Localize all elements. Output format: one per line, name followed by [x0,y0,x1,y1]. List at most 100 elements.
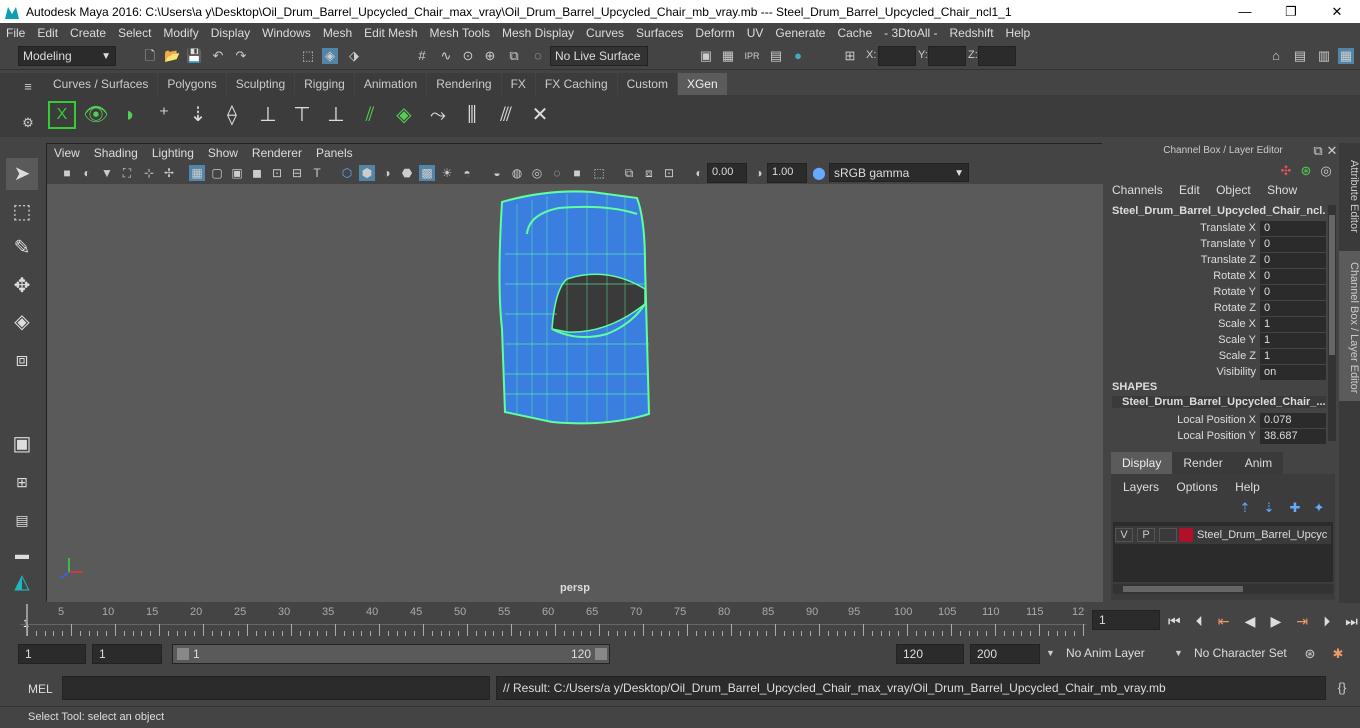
menu-select[interactable]: Select [112,26,157,40]
wireframe-on-shaded-icon[interactable]: ◑ [379,165,395,181]
select-object-icon[interactable]: ◈ [322,48,338,64]
menu-create[interactable]: Create [64,26,112,40]
select-tool-toggle-icon[interactable]: ⬚ [591,165,607,181]
shadows-icon[interactable]: ☀ [439,165,455,181]
make-live-icon[interactable]: ◌ [530,48,546,64]
channel-box-scrollbar[interactable] [1328,205,1336,441]
attr-translate-y[interactable]: Translate Y0 [1112,236,1326,252]
attr-local-position-y[interactable]: Local Position Y 38.687 [1112,428,1326,444]
menu-redshift[interactable]: Redshift [944,26,1000,40]
xgen-grass-icon[interactable]: ⫽ [356,101,384,129]
scale-tool-icon[interactable]: ⧈ [6,344,38,376]
safe-action-icon[interactable]: ⊡ [269,165,285,181]
attr-rotate-x[interactable]: Rotate X0 [1112,268,1326,284]
single-view-layout-icon[interactable]: ▣ [6,428,38,460]
attr-translate-x[interactable]: Translate X0 [1112,220,1326,236]
axis-manipulator-icon[interactable]: ✣ [1278,163,1294,179]
current-frame-input[interactable]: 1 [1092,610,1160,630]
select-hierarchy-icon[interactable]: ⬚ [300,48,316,64]
step-forward-frame-icon[interactable]: ⏵ [1323,613,1330,630]
modeling-toolkit-icon[interactable]: ⌂ [1268,48,1284,64]
move-layer-up-icon[interactable]: ⇡ [1237,500,1253,516]
tool-settings-toggle-icon[interactable]: ▥ [1316,48,1332,64]
cb-menu-show[interactable]: Show [1267,183,1297,197]
menu-curves[interactable]: Curves [580,26,630,40]
xgen-editor-icon[interactable]: X [48,101,76,129]
open-scene-icon[interactable]: 📂 [164,48,180,64]
go-to-start-icon[interactable]: ⏮ [1168,613,1181,630]
object-name[interactable]: Steel_Drum_Barrel_Upcycled_Chair_ncl... [1112,205,1326,217]
scrollbar-thumb[interactable] [1123,586,1243,592]
camera-attributes-icon[interactable]: ◐ [79,165,95,181]
layer-row[interactable]: V P Steel_Drum_Barrel_Upcyc [1115,526,1331,544]
menu-mesh[interactable]: Mesh [317,26,358,40]
shelf-tab-fx-caching[interactable]: FX Caching [535,73,617,95]
close-button[interactable]: ✕ [1314,4,1360,20]
minimize-button[interactable]: — [1222,4,1268,19]
range-start-handle[interactable] [177,648,189,660]
maximize-button[interactable]: ❐ [1268,4,1314,20]
gamma-icon[interactable]: ◑ [751,165,767,181]
viewport-menu-shading[interactable]: Shading [87,144,145,162]
viewport-menu-view[interactable]: View [47,144,87,162]
smooth-shade-icon[interactable]: ⬢ [359,165,375,181]
animation-preferences-icon[interactable]: ✱ [1330,646,1346,662]
shelf-tab-xgen[interactable]: XGen [677,73,727,95]
menu-display[interactable]: Display [205,26,256,40]
layer-visibility-toggle[interactable]: V [1115,528,1133,542]
command-input[interactable] [62,676,490,700]
menu-edit[interactable]: Edit [31,26,64,40]
bookmark-icon[interactable]: ▼ [99,165,115,181]
layer-color-swatch[interactable] [1179,528,1193,542]
menu-help[interactable]: Help [1000,26,1037,40]
hud-icon[interactable]: ■ [569,165,585,181]
layer-tab-anim[interactable]: Anim [1233,452,1284,474]
lasso-tool-icon[interactable]: ⬚ [6,196,38,228]
depth-of-field-icon[interactable]: ◎ [529,165,545,181]
multisample-icon[interactable]: ◍ [509,165,525,181]
step-back-key-icon[interactable]: ⇤ [1218,613,1230,630]
chevron-down-icon[interactable]: ▼ [1174,648,1183,658]
xgen-sculpt-guide-icon[interactable]: ⟠ [218,101,246,129]
grid-toggle-icon[interactable]: ⊹ [141,165,157,181]
gate-mask-icon[interactable]: ▣ [229,165,245,181]
new-layer-selected-icon[interactable]: ✦ [1311,500,1327,516]
redo-icon[interactable]: ↷ [233,48,249,64]
end-time-input[interactable]: 200 [970,644,1040,664]
range-slider[interactable]: 1 120 [172,644,610,664]
attribute-editor-toggle-icon[interactable]: ▤ [1292,48,1308,64]
attr-scale-y[interactable]: Scale Y1 [1112,332,1326,348]
channel-box-toggle-icon[interactable]: ▦ [1338,48,1354,64]
shelf-tab-rendering[interactable]: Rendering [427,73,501,95]
viewport-menu-panels[interactable]: Panels [309,144,360,162]
script-editor-icon[interactable]: {} [1334,680,1350,696]
x-coordinate-input[interactable] [878,46,916,66]
image-plane-icon[interactable]: ⛶ [119,165,135,181]
attr-scale-z[interactable]: Scale Z1 [1112,348,1326,364]
range-end-handle[interactable] [595,648,607,660]
channel-box-tab[interactable]: Channel Box / Layer Editor [1339,251,1360,401]
menu-generate[interactable]: Generate [769,26,831,40]
use-all-lights-icon[interactable]: ▩ [419,165,435,181]
attr-visibility[interactable]: Visibility on [1112,364,1326,380]
attr-translate-z[interactable]: Translate Z0 [1112,252,1326,268]
outliner-layout-icon[interactable]: ▤ [6,504,38,536]
character-set-dropdown[interactable]: No Character Set [1190,644,1296,664]
snap-point-icon[interactable]: ⊙ [460,48,476,64]
menu-surfaces[interactable]: Surfaces [630,26,689,40]
screen-space-ao-icon[interactable]: ◓ [459,165,475,181]
xgen-add-guide-icon[interactable]: ⁺ [150,101,178,129]
resolution-gate-icon[interactable]: ▢ [209,165,225,181]
z-coordinate-input[interactable] [978,46,1016,66]
xgen-mesh-icon[interactable]: ◈ [390,101,418,129]
menu-modify[interactable]: Modify [157,26,204,40]
move-tool-icon[interactable]: ✥ [6,270,38,302]
select-tool-icon[interactable]: ➤ [6,158,38,190]
live-surface-field[interactable]: No Live Surface [550,46,648,66]
anim-layer-dropdown[interactable]: No Anim Layer [1062,644,1164,664]
step-forward-key-icon[interactable]: ⇥ [1296,613,1308,630]
motion-blur-icon[interactable]: ◒ [489,165,505,181]
shelf-tab-rigging[interactable]: Rigging [295,73,354,95]
save-scene-icon[interactable]: 💾 [186,48,202,64]
menu-deform[interactable]: Deform [689,26,740,40]
